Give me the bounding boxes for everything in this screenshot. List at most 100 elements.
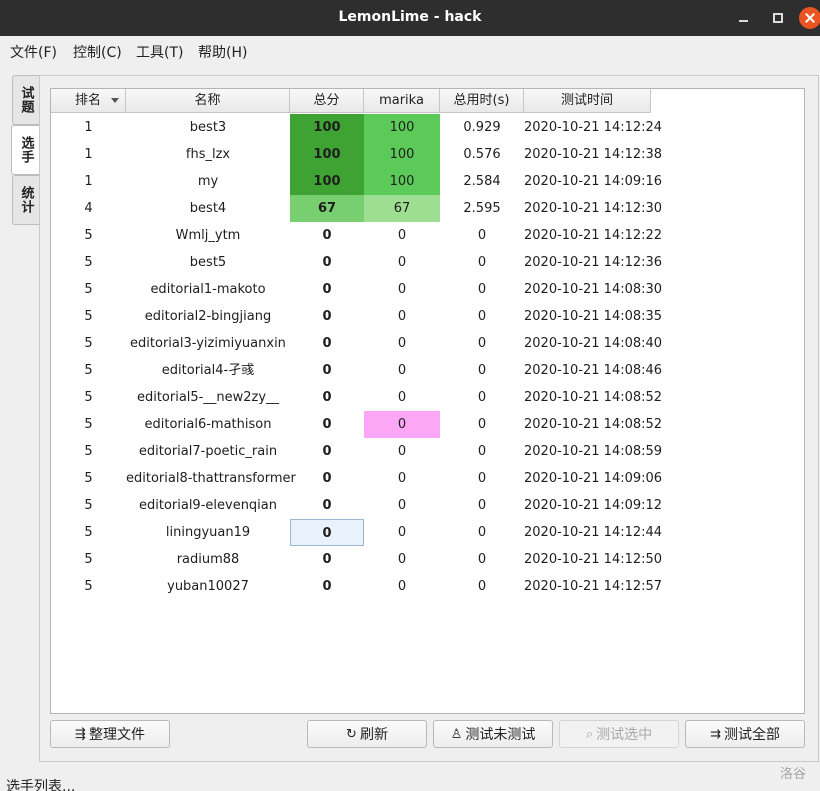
cell-total: 100	[290, 168, 364, 195]
tab-statistics-label: 统计	[18, 186, 34, 214]
menu-help[interactable]: 帮助(H)	[198, 42, 247, 62]
judge-untested-button[interactable]: ♙ 测试未测试	[433, 720, 553, 748]
cell-rank: 5	[84, 255, 93, 270]
cell-test-time: 2020-10-21 14:09:16	[524, 174, 663, 189]
table-row[interactable]: 5 editorial4-孑彧 0 0 0 2020-10-21 14:08:46	[51, 357, 804, 384]
cell-total: 0	[322, 552, 332, 567]
cell-total: 0	[322, 498, 332, 513]
cell-time-used: 0	[477, 552, 487, 567]
table-row[interactable]: 5 editorial6-mathison 0 0 0 2020-10-21 14:08:…	[51, 411, 804, 438]
judge-all-button[interactable]: ⇉ 测试全部	[685, 720, 805, 748]
cell-time-used: 0	[477, 255, 487, 270]
cell-total: 0	[322, 417, 332, 432]
menu-control[interactable]: 控制(C)	[73, 42, 122, 62]
cell-rank: 5	[84, 336, 93, 351]
cell-time-used: 0.929	[463, 120, 501, 135]
table-row[interactable]: 5 yuban10027 0 0 0 2020-10-21 14:12:57	[51, 573, 804, 600]
table-row[interactable]: 1 my 100 100 2.584 2020-10-21 14:09:16	[51, 168, 804, 195]
close-button[interactable]	[799, 7, 820, 29]
refresh-icon: ↻	[346, 726, 357, 742]
cell-marika: 0	[397, 471, 407, 486]
table-row[interactable]: 5 liningyuan19 0 0 0 2020-10-21 14:12:44	[51, 519, 804, 546]
cell-time-used: 0	[477, 525, 487, 540]
minimize-button[interactable]	[733, 8, 753, 28]
column-header-rank[interactable]: 排名	[51, 89, 126, 113]
table-row[interactable]: 5 editorial9-elevenqian 0 0 0 2020-10-21 14:0…	[51, 492, 804, 519]
cell-test-time: 2020-10-21 14:12:44	[524, 525, 663, 540]
cell-time-used: 0	[477, 390, 487, 405]
judge-selected-button[interactable]: ⌕ 测试选中	[559, 720, 679, 748]
cell-time-used: 0	[477, 417, 487, 432]
refresh-label: 刷新	[359, 727, 388, 743]
table-row[interactable]: 1 fhs_lzx 100 100 0.576 2020-10-21 14:12:38	[51, 141, 804, 168]
cell-rank: 5	[84, 552, 93, 567]
cell-marika: 0	[397, 282, 407, 297]
cell-name: editorial1-makoto	[150, 282, 266, 297]
cell-rank: 5	[84, 309, 93, 324]
table-row[interactable]: 5 editorial8-thattransformer 0 0 0 2020-10-21…	[51, 465, 804, 492]
table-row[interactable]: 1 best3 100 100 0.929 2020-10-21 14:12:24	[51, 114, 804, 141]
column-header-marika[interactable]: marika	[364, 89, 440, 113]
cell-rank: 5	[84, 390, 93, 405]
table-row[interactable]: 5 best5 0 0 0 2020-10-21 14:12:36	[51, 249, 804, 276]
cell-test-time: 2020-10-21 14:12:24	[524, 120, 663, 135]
cell-rank: 5	[84, 498, 93, 513]
cell-test-time: 2020-10-21 14:12:22	[524, 228, 663, 243]
cell-time-used: 0	[477, 228, 487, 243]
cell-total: 0	[322, 471, 332, 486]
cell-rank: 1	[84, 120, 93, 135]
organize-files-button[interactable]: ⇶ 整理文件	[50, 720, 170, 748]
cell-rank: 5	[84, 525, 93, 540]
cell-rank: 4	[84, 201, 93, 216]
cell-marika: 0	[397, 228, 407, 243]
cell-total: 0	[322, 309, 332, 324]
table-row[interactable]: 4 best4 67 67 2.595 2020-10-21 14:12:30	[51, 195, 804, 222]
cell-total: 100	[290, 114, 364, 141]
cell-test-time: 2020-10-21 14:08:52	[524, 417, 663, 432]
tab-problems-label: 试题	[18, 86, 34, 114]
tab-contestants-label: 选手	[18, 136, 34, 164]
table-row[interactable]: 5 radium88 0 0 0 2020-10-21 14:12:50	[51, 546, 804, 573]
cell-marika: 100	[364, 168, 440, 195]
cell-test-time: 2020-10-21 14:08:59	[524, 444, 663, 459]
cell-total: 0	[322, 282, 332, 297]
refresh-button[interactable]: ↻ 刷新	[307, 720, 427, 748]
cell-marika: 0	[397, 525, 407, 540]
cell-marika: 0	[397, 498, 407, 513]
cell-name: editorial3-yizimiyuanxin	[130, 336, 286, 351]
cell-rank: 5	[84, 363, 93, 378]
table-row[interactable]: 5 editorial1-makoto 0 0 0 2020-10-21 14:08:30	[51, 276, 804, 303]
cell-total: 0	[322, 390, 332, 405]
tab-statistics[interactable]: 统计	[12, 175, 39, 225]
cell-total: 0	[322, 579, 332, 594]
maximize-button[interactable]	[767, 8, 787, 28]
tab-problems[interactable]: 试题	[12, 75, 39, 125]
column-header-test-time[interactable]: 测试时间	[524, 89, 651, 113]
contestant-table[interactable]: 排名 名称 总分 marika 总用时(s) 测试时间 1 best3 100 100…	[50, 88, 805, 714]
cell-total: 0	[322, 228, 332, 243]
table-row[interactable]: 5 Wmlj_ytm 0 0 0 2020-10-21 14:12:22	[51, 222, 804, 249]
column-header-name[interactable]: 名称	[126, 89, 290, 113]
status-bar-text: 选手列表...	[6, 779, 76, 791]
cell-total: 0	[322, 444, 332, 459]
menu-tools[interactable]: 工具(T)	[136, 42, 183, 62]
watermark: 洛谷	[780, 767, 807, 782]
judge-untested-label: 测试未测试	[465, 727, 536, 743]
column-header-total[interactable]: 总分	[290, 89, 364, 113]
table-row[interactable]: 5 editorial7-poetic_rain 0 0 0 2020-10-21 14:…	[51, 438, 804, 465]
column-header-time-used[interactable]: 总用时(s)	[440, 89, 524, 113]
cell-total: 0	[322, 336, 332, 351]
tab-contestants[interactable]: 选手	[11, 125, 40, 175]
table-row[interactable]: 5 editorial3-yizimiyuanxin 0 0 0 2020-10-21 1…	[51, 330, 804, 357]
cell-rank: 5	[84, 282, 93, 297]
cell-marika: 0	[397, 336, 407, 351]
cell-rank: 5	[84, 471, 93, 486]
cell-time-used: 2.584	[463, 174, 501, 189]
cell-name: editorial6-mathison	[144, 417, 272, 432]
table-row[interactable]: 5 editorial2-bingjiang 0 0 0 2020-10-21 14:08…	[51, 303, 804, 330]
menu-file[interactable]: 文件(F)	[10, 42, 57, 62]
cell-rank: 5	[84, 228, 93, 243]
table-row[interactable]: 5 editorial5-__new2zy__ 0 0 0 2020-10-21 14:0…	[51, 384, 804, 411]
cell-rank: 1	[84, 147, 93, 162]
cell-test-time: 2020-10-21 14:12:36	[524, 255, 663, 270]
